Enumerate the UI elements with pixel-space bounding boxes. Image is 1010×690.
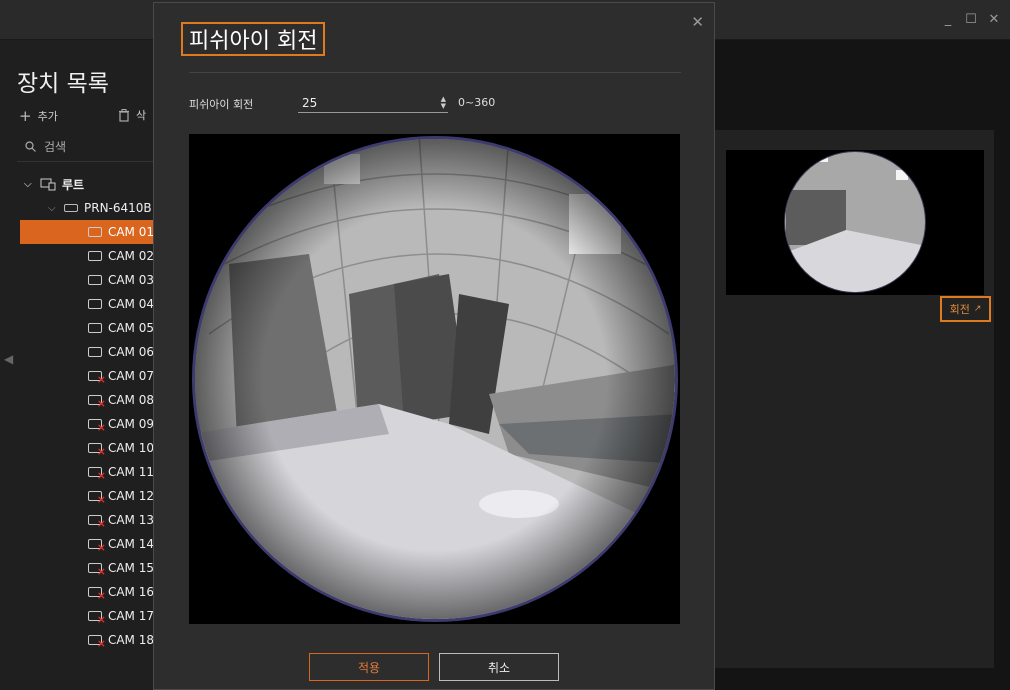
camera-offline-icon bbox=[88, 563, 106, 578]
camera-label: CAM 09 bbox=[107, 417, 154, 431]
camera-item[interactable]: CAM 09 bbox=[20, 412, 154, 436]
camera-offline-icon bbox=[88, 611, 106, 626]
devices-icon bbox=[40, 178, 56, 190]
camera-item[interactable]: CAM 05 bbox=[20, 316, 154, 340]
search-input[interactable]: 검색 bbox=[17, 132, 154, 162]
fisheye-view bbox=[189, 134, 680, 624]
camera-item[interactable]: CAM 08 bbox=[20, 388, 154, 412]
divider bbox=[189, 72, 681, 73]
dialog-title: 피쉬아이 회전 bbox=[181, 22, 326, 56]
camera-item[interactable]: CAM 01 bbox=[20, 220, 154, 244]
camera-offline-icon bbox=[88, 395, 106, 410]
camera-offline-icon bbox=[88, 371, 106, 386]
camera-label: CAM 17 bbox=[107, 609, 154, 623]
camera-label: CAM 02 bbox=[107, 249, 154, 263]
camera-icon bbox=[88, 323, 102, 333]
camera-offline-icon bbox=[88, 491, 106, 506]
apply-button[interactable]: 적용 bbox=[309, 653, 429, 681]
camera-item[interactable]: CAM 03 bbox=[20, 268, 154, 292]
camera-item[interactable]: CAM 11 bbox=[20, 460, 154, 484]
camera-item[interactable]: CAM 13 bbox=[20, 508, 154, 532]
camera-offline-icon bbox=[88, 443, 106, 458]
camera-label: CAM 12 bbox=[107, 489, 154, 503]
camera-item[interactable]: CAM 15 bbox=[20, 556, 154, 580]
camera-label: CAM 01 bbox=[107, 225, 154, 239]
collapse-panel-icon[interactable]: ◀ bbox=[4, 352, 13, 366]
camera-label: CAM 06 bbox=[107, 345, 154, 359]
camera-item[interactable]: CAM 07 bbox=[20, 364, 154, 388]
camera-item[interactable]: CAM 02 bbox=[20, 244, 154, 268]
device-tree: ⌵ 루트 ⌵ PRN-6410B CAM 01 CAM 02 CAM 03 CAM 0… bbox=[20, 172, 154, 652]
camera-item[interactable]: CAM 14 bbox=[20, 532, 154, 556]
camera-offline-icon bbox=[88, 467, 106, 482]
camera-icon bbox=[88, 275, 102, 285]
arrow-down-icon[interactable]: ▼ bbox=[441, 102, 446, 110]
camera-item[interactable]: CAM 18 bbox=[20, 628, 154, 652]
camera-item[interactable]: CAM 10 bbox=[20, 436, 154, 460]
camera-label: CAM 03 bbox=[107, 273, 154, 287]
external-link-icon: ↗ bbox=[973, 304, 982, 314]
rotate-button[interactable]: 회전 ↗ bbox=[940, 296, 991, 322]
rotation-label: 피쉬아이 회전 bbox=[189, 98, 254, 111]
chevron-down-icon[interactable]: ⌵ bbox=[24, 179, 34, 190]
camera-icon bbox=[88, 227, 102, 237]
camera-icon bbox=[88, 299, 102, 309]
camera-label: CAM 04 bbox=[107, 297, 154, 311]
search-icon bbox=[25, 141, 36, 152]
camera-item[interactable]: CAM 17 bbox=[20, 604, 154, 628]
camera-label: CAM 07 bbox=[107, 369, 154, 383]
plus-icon: + bbox=[19, 107, 32, 125]
delete-button[interactable]: 삭 bbox=[118, 107, 146, 123]
tree-device[interactable]: ⌵ PRN-6410B bbox=[20, 196, 154, 220]
camera-icon bbox=[88, 251, 102, 261]
add-button[interactable]: + 추가 bbox=[19, 107, 58, 125]
camera-item[interactable]: CAM 06 bbox=[20, 340, 154, 364]
camera-list: CAM 01 CAM 02 CAM 03 CAM 04 CAM 05 CAM 06 CAM … bbox=[20, 220, 154, 652]
tree-root-label: 루트 bbox=[62, 177, 85, 192]
tree-root[interactable]: ⌵ 루트 bbox=[20, 172, 154, 196]
camera-offline-icon bbox=[88, 515, 106, 530]
window-controls: _ ☐ ✕ bbox=[942, 12, 1000, 26]
rotation-stepper[interactable]: 25 ▲ ▼ bbox=[298, 93, 448, 113]
camera-label: CAM 14 bbox=[107, 537, 154, 551]
fisheye-image bbox=[192, 136, 678, 622]
camera-label: CAM 18 bbox=[107, 633, 154, 647]
fisheye-rotation-dialog: 피쉬아이 회전 ✕ 피쉬아이 회전 25 ▲ ▼ 0~360 적용 취소 bbox=[153, 2, 715, 690]
add-label: 추가 bbox=[37, 110, 58, 123]
camera-icon bbox=[88, 347, 102, 357]
camera-offline-icon bbox=[88, 635, 106, 650]
maximize-button[interactable]: ☐ bbox=[965, 12, 977, 26]
camera-offline-icon bbox=[88, 587, 106, 602]
tree-device-label: PRN-6410B bbox=[84, 201, 152, 215]
rotation-range: 0~360 bbox=[458, 96, 496, 109]
trash-icon bbox=[119, 108, 129, 122]
camera-item[interactable]: CAM 04 bbox=[20, 292, 154, 316]
cancel-button[interactable]: 취소 bbox=[439, 653, 559, 681]
chevron-down-icon[interactable]: ⌵ bbox=[48, 203, 58, 214]
rotate-label: 회전 bbox=[949, 303, 970, 316]
recorder-icon bbox=[64, 204, 78, 212]
camera-offline-icon bbox=[88, 419, 106, 434]
delete-label: 삭 bbox=[136, 109, 147, 122]
camera-label: CAM 15 bbox=[107, 561, 154, 575]
minimize-button[interactable]: _ bbox=[942, 12, 954, 26]
camera-label: CAM 16 bbox=[107, 585, 154, 599]
camera-item[interactable]: CAM 12 bbox=[20, 484, 154, 508]
camera-label: CAM 08 bbox=[107, 393, 154, 407]
rotation-value: 25 bbox=[302, 95, 318, 110]
camera-item[interactable]: CAM 16 bbox=[20, 580, 154, 604]
preview-thumbnail bbox=[726, 150, 984, 295]
camera-label: CAM 05 bbox=[107, 321, 154, 335]
camera-label: CAM 11 bbox=[107, 465, 154, 479]
close-window-button[interactable]: ✕ bbox=[988, 12, 1000, 26]
close-icon[interactable]: ✕ bbox=[691, 13, 704, 31]
fisheye-thumbnail-image bbox=[784, 151, 926, 293]
search-placeholder: 검색 bbox=[44, 140, 67, 154]
camera-label: CAM 13 bbox=[107, 513, 154, 527]
spinner-arrows[interactable]: ▲ ▼ bbox=[441, 95, 448, 110]
page-title: 장치 목록 bbox=[17, 71, 109, 97]
camera-offline-icon bbox=[88, 539, 106, 554]
camera-label: CAM 10 bbox=[107, 441, 154, 455]
